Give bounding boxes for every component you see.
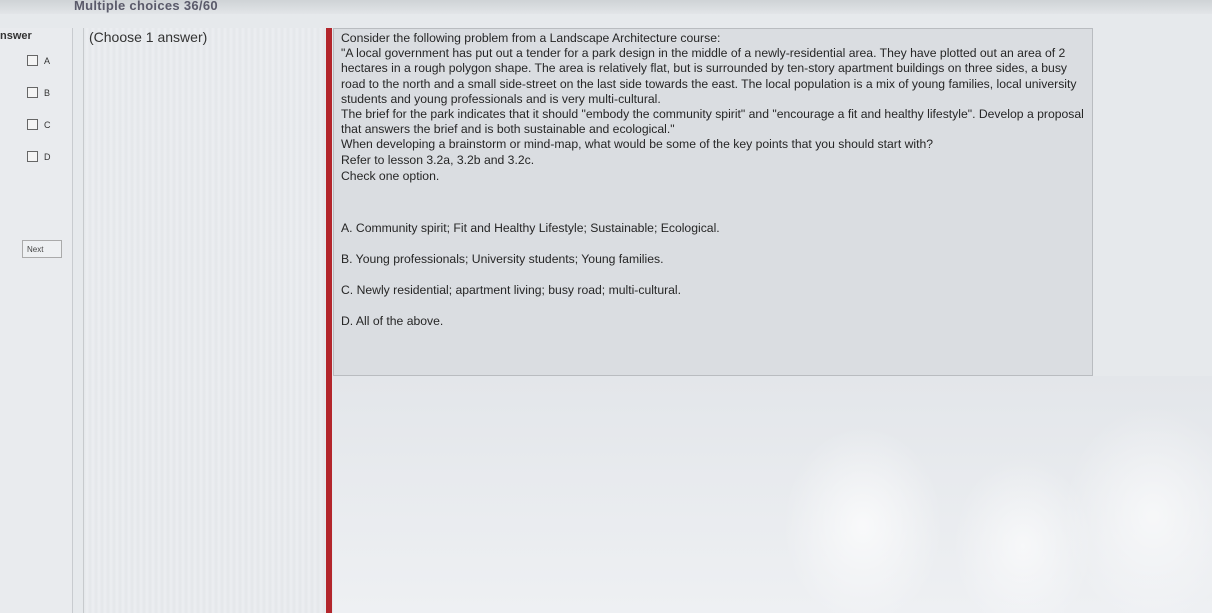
top-bar: Multiple choices 36/60	[0, 0, 1212, 14]
choose-column: (Choose 1 answer)	[83, 28, 327, 613]
question-panel: Consider the following problem from a La…	[333, 28, 1093, 376]
question-brief: The brief for the park indicates that it…	[341, 107, 1084, 137]
question-intro: Consider the following problem from a La…	[341, 31, 721, 45]
option-b-checkbox[interactable]: B	[27, 87, 50, 98]
question-body: Consider the following problem from a La…	[341, 31, 1086, 184]
checkbox-icon[interactable]	[27, 87, 38, 98]
next-button[interactable]: Next	[22, 240, 62, 258]
question-check-instruction: Check one option.	[341, 168, 440, 183]
choose-instruction: (Choose 1 answer)	[89, 29, 208, 45]
answer-option-a[interactable]: A. Community spirit; Fit and Healthy Lif…	[341, 221, 1081, 236]
empty-content-area	[333, 376, 1212, 613]
option-c-checkbox[interactable]: C	[27, 119, 51, 130]
option-c-label: C	[44, 119, 51, 130]
answer-header: nswer	[0, 30, 32, 42]
option-a-label: A	[44, 55, 51, 66]
checkbox-icon[interactable]	[27, 151, 38, 162]
question-prompt: When developing a brainstorm or mind-map…	[341, 137, 934, 152]
answer-list: A. Community spirit; Fit and Healthy Lif…	[341, 221, 1081, 345]
accent-divider	[326, 28, 332, 613]
option-d-label: D	[44, 151, 51, 162]
option-b-label: B	[44, 87, 51, 98]
checkbox-icon[interactable]	[27, 55, 38, 66]
option-a-checkbox[interactable]: A	[27, 55, 50, 66]
answer-option-d[interactable]: D. All of the above.	[341, 314, 1081, 329]
answer-option-c[interactable]: C. Newly residential; apartment living; …	[341, 283, 1081, 298]
question-reference: Refer to lesson 3.2a, 3.2b and 3.2c.	[341, 152, 535, 167]
checkbox-icon[interactable]	[27, 119, 38, 130]
question-scenario: "A local government has put out a tender…	[341, 46, 1077, 106]
option-d-checkbox[interactable]: D	[27, 151, 51, 162]
answer-column: nswer A B C D Next	[0, 28, 73, 613]
section-title: Multiple choices 36/60	[74, 0, 218, 13]
answer-option-b[interactable]: B. Young professionals; University stude…	[341, 252, 1081, 267]
